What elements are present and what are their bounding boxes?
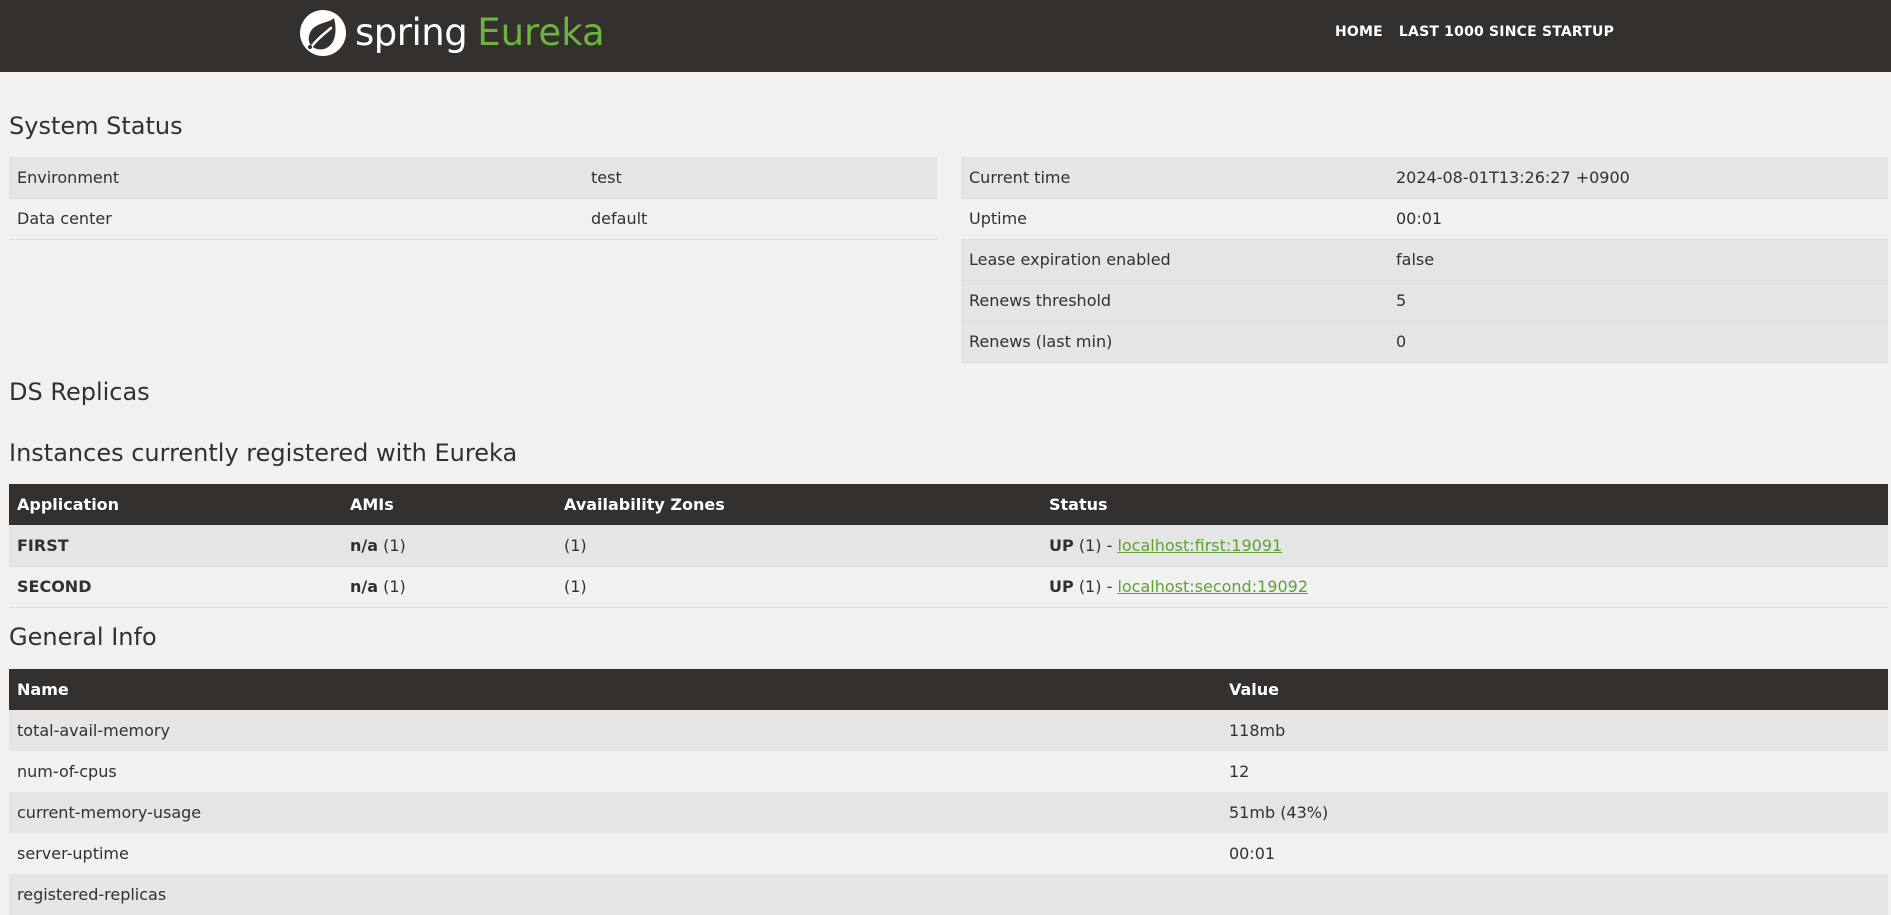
- info-name: registered-replicas: [9, 874, 1221, 915]
- table-row: current-memory-usage 51mb (43%): [9, 792, 1888, 833]
- application-name: FIRST: [9, 525, 342, 567]
- table-row: Data center default: [9, 198, 937, 240]
- spring-leaf-icon: [300, 10, 346, 56]
- table-row: registered-replicas: [9, 874, 1888, 915]
- status-label: Data center: [9, 198, 583, 240]
- status-value: 0: [1388, 321, 1888, 363]
- zones-cell: (1): [556, 566, 1041, 608]
- table-row: num-of-cpus 12: [9, 751, 1888, 792]
- application-name: SECOND: [9, 566, 342, 608]
- status-cell: UP (1) - localhost:second:19092: [1041, 566, 1888, 608]
- status-value: 5: [1388, 280, 1888, 322]
- table-row: Lease expiration enabled false: [961, 239, 1888, 281]
- zones-cell: (1): [556, 525, 1041, 567]
- info-value: 12: [1221, 751, 1888, 792]
- info-value: 00:01: [1221, 833, 1888, 874]
- instances-heading: Instances currently registered with Eure…: [9, 439, 518, 467]
- column-header: AMIs: [342, 484, 556, 525]
- system-status-left-table: Environment test Data center default: [9, 157, 937, 240]
- column-header: Value: [1221, 669, 1888, 710]
- status-label: Renews (last min): [961, 321, 1388, 363]
- status-cell: UP (1) - localhost:first:19091: [1041, 525, 1888, 567]
- column-header: Status: [1041, 484, 1888, 525]
- table-row: Uptime 00:01: [961, 198, 1888, 240]
- column-header: Availability Zones: [556, 484, 1041, 525]
- brand-eureka-text: Eureka: [477, 11, 605, 54]
- status-up-label: UP: [1049, 577, 1074, 596]
- ami-cell: n/a (1): [342, 566, 556, 608]
- column-header: Name: [9, 669, 1221, 710]
- info-name: num-of-cpus: [9, 751, 1221, 792]
- table-row: server-uptime 00:01: [9, 833, 1888, 874]
- status-up-label: UP: [1049, 535, 1074, 555]
- status-label: Current time: [961, 157, 1388, 199]
- info-name: total-avail-memory: [9, 710, 1221, 751]
- table-row: Current time 2024-08-01T13:26:27 +0900: [961, 157, 1888, 199]
- ami-cell: n/a (1): [342, 525, 556, 567]
- table-row: Renews threshold 5: [961, 280, 1888, 322]
- status-value: 00:01: [1388, 198, 1888, 240]
- table-row: Environment test: [9, 157, 937, 199]
- status-value: default: [583, 198, 937, 240]
- top-navbar: spring Eureka HOME LAST 1000 SINCE START…: [0, 0, 1891, 72]
- table-row: Renews (last min) 0: [961, 321, 1888, 363]
- table-header-row: Name Value: [9, 669, 1888, 710]
- system-status-right-table: Current time 2024-08-01T13:26:27 +0900 U…: [961, 157, 1888, 363]
- info-name: current-memory-usage: [9, 792, 1221, 833]
- status-value: test: [583, 157, 937, 199]
- status-value: 2024-08-01T13:26:27 +0900: [1388, 157, 1888, 199]
- instance-link[interactable]: localhost:second:19092: [1117, 577, 1308, 596]
- table-row: FIRST n/a (1) (1) UP (1) - localhost:fir…: [9, 525, 1888, 567]
- info-value: [1221, 874, 1888, 915]
- nav-home-link[interactable]: HOME: [1335, 24, 1383, 40]
- table-row: SECOND n/a (1) (1) UP (1) - localhost:se…: [9, 566, 1888, 608]
- status-label: Lease expiration enabled: [961, 239, 1388, 281]
- info-name: server-uptime: [9, 833, 1221, 874]
- nav-menu: HOME LAST 1000 SINCE STARTUP: [1335, 24, 1614, 40]
- nav-last1000-link[interactable]: LAST 1000 SINCE STARTUP: [1399, 24, 1614, 40]
- system-status-heading: System Status: [9, 112, 183, 140]
- table-header-row: Application AMIs Availability Zones Stat…: [9, 484, 1888, 525]
- info-value: 118mb: [1221, 710, 1888, 751]
- instances-table: Application AMIs Availability Zones Stat…: [9, 484, 1888, 608]
- general-info-heading: General Info: [9, 623, 157, 651]
- status-value: false: [1388, 239, 1888, 281]
- instance-link[interactable]: localhost:first:19091: [1117, 536, 1282, 555]
- brand-spring-text: spring: [355, 11, 468, 54]
- status-label: Uptime: [961, 198, 1388, 240]
- status-label: Environment: [9, 157, 583, 199]
- brand-logo-link[interactable]: spring Eureka: [300, 9, 605, 57]
- ds-replicas-heading: DS Replicas: [9, 378, 150, 406]
- general-info-table: Name Value total-avail-memory 118mb num-…: [9, 669, 1888, 915]
- table-row: total-avail-memory 118mb: [9, 710, 1888, 751]
- info-value: 51mb (43%): [1221, 792, 1888, 833]
- column-header: Application: [9, 484, 342, 525]
- status-label: Renews threshold: [961, 280, 1388, 322]
